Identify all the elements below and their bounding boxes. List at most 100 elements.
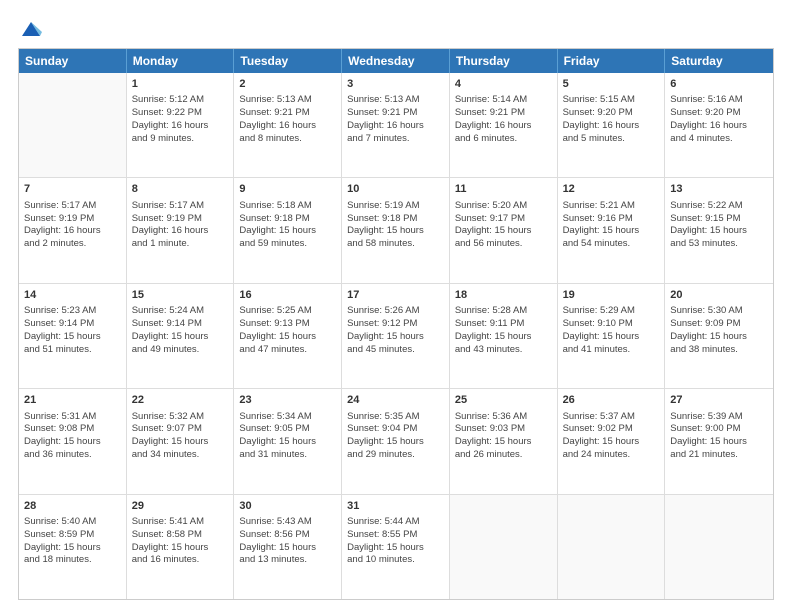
day-info: Sunrise: 5:14 AMSunset: 9:21 PMDaylight:… — [455, 94, 552, 145]
day-number: 24 — [347, 393, 444, 408]
day-number: 4 — [455, 77, 552, 92]
cal-cell: 22 Sunrise: 5:32 AMSunset: 9:07 PMDayligh… — [127, 389, 235, 493]
cal-row-4: 28 Sunrise: 5:40 AMSunset: 8:59 PMDayligh… — [19, 495, 773, 599]
day-info: Sunrise: 5:29 AMSunset: 9:10 PMDaylight:… — [563, 305, 660, 356]
day-number: 21 — [24, 393, 121, 408]
day-info: Sunrise: 5:39 AMSunset: 9:00 PMDaylight:… — [670, 411, 768, 462]
cal-cell: 13 Sunrise: 5:22 AMSunset: 9:15 PMDayligh… — [665, 178, 773, 282]
day-number: 6 — [670, 77, 768, 92]
cal-cell: 9 Sunrise: 5:18 AMSunset: 9:18 PMDaylight… — [234, 178, 342, 282]
cal-cell: 7 Sunrise: 5:17 AMSunset: 9:19 PMDaylight… — [19, 178, 127, 282]
calendar: SundayMondayTuesdayWednesdayThursdayFrid… — [18, 48, 774, 600]
cal-cell — [19, 73, 127, 177]
day-number: 26 — [563, 393, 660, 408]
day-info: Sunrise: 5:25 AMSunset: 9:13 PMDaylight:… — [239, 305, 336, 356]
day-info: Sunrise: 5:21 AMSunset: 9:16 PMDaylight:… — [563, 200, 660, 251]
cal-cell: 12 Sunrise: 5:21 AMSunset: 9:16 PMDayligh… — [558, 178, 666, 282]
cal-cell: 26 Sunrise: 5:37 AMSunset: 9:02 PMDayligh… — [558, 389, 666, 493]
day-info: Sunrise: 5:34 AMSunset: 9:05 PMDaylight:… — [239, 411, 336, 462]
cal-cell: 14 Sunrise: 5:23 AMSunset: 9:14 PMDayligh… — [19, 284, 127, 388]
cal-cell: 18 Sunrise: 5:28 AMSunset: 9:11 PMDayligh… — [450, 284, 558, 388]
day-number: 13 — [670, 182, 768, 197]
day-info: Sunrise: 5:17 AMSunset: 9:19 PMDaylight:… — [24, 200, 121, 251]
logo — [18, 18, 42, 38]
cal-cell: 19Sunrise: 5:29 AMSunset: 9:10 PMDayligh… — [558, 284, 666, 388]
day-info: Sunrise: 5:23 AMSunset: 9:14 PMDaylight:… — [24, 305, 121, 356]
cal-header-thursday: Thursday — [450, 49, 558, 73]
cal-header-tuesday: Tuesday — [234, 49, 342, 73]
cal-cell: 25 Sunrise: 5:36 AMSunset: 9:03 PMDayligh… — [450, 389, 558, 493]
day-number: 2 — [239, 77, 336, 92]
day-number: 23 — [239, 393, 336, 408]
day-info: Sunrise: 5:22 AMSunset: 9:15 PMDaylight:… — [670, 200, 768, 251]
cal-cell: 4 Sunrise: 5:14 AMSunset: 9:21 PMDaylight… — [450, 73, 558, 177]
cal-cell: 10 Sunrise: 5:19 AMSunset: 9:18 PMDayligh… — [342, 178, 450, 282]
day-info: Sunrise: 5:40 AMSunset: 8:59 PMDaylight:… — [24, 516, 121, 567]
cal-cell — [450, 495, 558, 599]
logo-icon — [20, 18, 42, 40]
cal-header-friday: Friday — [558, 49, 666, 73]
day-info: Sunrise: 5:36 AMSunset: 9:03 PMDaylight:… — [455, 411, 552, 462]
cal-cell — [558, 495, 666, 599]
cal-cell: 20 Sunrise: 5:30 AMSunset: 9:09 PMDayligh… — [665, 284, 773, 388]
day-number: 22 — [132, 393, 229, 408]
day-number: 20 — [670, 288, 768, 303]
day-number: 17 — [347, 288, 444, 303]
day-number: 18 — [455, 288, 552, 303]
day-number: 10 — [347, 182, 444, 197]
cal-header-saturday: Saturday — [665, 49, 773, 73]
day-number: 29 — [132, 499, 229, 514]
cal-cell: 24 Sunrise: 5:35 AMSunset: 9:04 PMDayligh… — [342, 389, 450, 493]
cal-cell: 15Sunrise: 5:24 AMSunset: 9:14 PMDayligh… — [127, 284, 235, 388]
cal-header-wednesday: Wednesday — [342, 49, 450, 73]
cal-cell: 3 Sunrise: 5:13 AMSunset: 9:21 PMDaylight… — [342, 73, 450, 177]
cal-cell: 2Sunrise: 5:13 AMSunset: 9:21 PMDaylight… — [234, 73, 342, 177]
day-number: 9 — [239, 182, 336, 197]
day-number: 25 — [455, 393, 552, 408]
cal-cell: 8Sunrise: 5:17 AMSunset: 9:19 PMDaylight… — [127, 178, 235, 282]
day-info: Sunrise: 5:13 AMSunset: 9:21 PMDaylight:… — [347, 94, 444, 145]
page: SundayMondayTuesdayWednesdayThursdayFrid… — [0, 0, 792, 612]
cal-cell: 6 Sunrise: 5:16 AMSunset: 9:20 PMDaylight… — [665, 73, 773, 177]
cal-cell: 31Sunrise: 5:44 AMSunset: 8:55 PMDayligh… — [342, 495, 450, 599]
day-number: 11 — [455, 182, 552, 197]
calendar-header-row: SundayMondayTuesdayWednesdayThursdayFrid… — [19, 49, 773, 73]
cal-header-sunday: Sunday — [19, 49, 127, 73]
header — [18, 18, 774, 38]
cal-cell: 28 Sunrise: 5:40 AMSunset: 8:59 PMDayligh… — [19, 495, 127, 599]
day-number: 15 — [132, 288, 229, 303]
cal-cell: 5 Sunrise: 5:15 AMSunset: 9:20 PMDaylight… — [558, 73, 666, 177]
day-info: Sunrise: 5:37 AMSunset: 9:02 PMDaylight:… — [563, 411, 660, 462]
cal-row-1: 7 Sunrise: 5:17 AMSunset: 9:19 PMDaylight… — [19, 178, 773, 283]
day-info: Sunrise: 5:26 AMSunset: 9:12 PMDaylight:… — [347, 305, 444, 356]
day-number: 7 — [24, 182, 121, 197]
cal-row-2: 14 Sunrise: 5:23 AMSunset: 9:14 PMDayligh… — [19, 284, 773, 389]
cal-header-monday: Monday — [127, 49, 235, 73]
day-info: Sunrise: 5:30 AMSunset: 9:09 PMDaylight:… — [670, 305, 768, 356]
calendar-body: 1Sunrise: 5:12 AMSunset: 9:22 PMDaylight… — [19, 73, 773, 599]
day-info: Sunrise: 5:31 AMSunset: 9:08 PMDaylight:… — [24, 411, 121, 462]
day-number: 3 — [347, 77, 444, 92]
day-info: Sunrise: 5:28 AMSunset: 9:11 PMDaylight:… — [455, 305, 552, 356]
day-number: 16 — [239, 288, 336, 303]
cal-cell: 29Sunrise: 5:41 AMSunset: 8:58 PMDayligh… — [127, 495, 235, 599]
day-info: Sunrise: 5:18 AMSunset: 9:18 PMDaylight:… — [239, 200, 336, 251]
day-info: Sunrise: 5:19 AMSunset: 9:18 PMDaylight:… — [347, 200, 444, 251]
day-number: 28 — [24, 499, 121, 514]
cal-cell: 30Sunrise: 5:43 AMSunset: 8:56 PMDayligh… — [234, 495, 342, 599]
cal-cell: 23 Sunrise: 5:34 AMSunset: 9:05 PMDayligh… — [234, 389, 342, 493]
day-number: 14 — [24, 288, 121, 303]
day-number: 30 — [239, 499, 336, 514]
day-info: Sunrise: 5:15 AMSunset: 9:20 PMDaylight:… — [563, 94, 660, 145]
day-number: 12 — [563, 182, 660, 197]
cal-cell: 16 Sunrise: 5:25 AMSunset: 9:13 PMDayligh… — [234, 284, 342, 388]
cal-cell: 17 Sunrise: 5:26 AMSunset: 9:12 PMDayligh… — [342, 284, 450, 388]
day-info: Sunrise: 5:16 AMSunset: 9:20 PMDaylight:… — [670, 94, 768, 145]
day-number: 1 — [132, 77, 229, 92]
cal-row-3: 21 Sunrise: 5:31 AMSunset: 9:08 PMDayligh… — [19, 389, 773, 494]
day-number: 5 — [563, 77, 660, 92]
day-info: Sunrise: 5:32 AMSunset: 9:07 PMDaylight:… — [132, 411, 229, 462]
cal-cell — [665, 495, 773, 599]
cal-cell: 11Sunrise: 5:20 AMSunset: 9:17 PMDayligh… — [450, 178, 558, 282]
day-info: Sunrise: 5:35 AMSunset: 9:04 PMDaylight:… — [347, 411, 444, 462]
